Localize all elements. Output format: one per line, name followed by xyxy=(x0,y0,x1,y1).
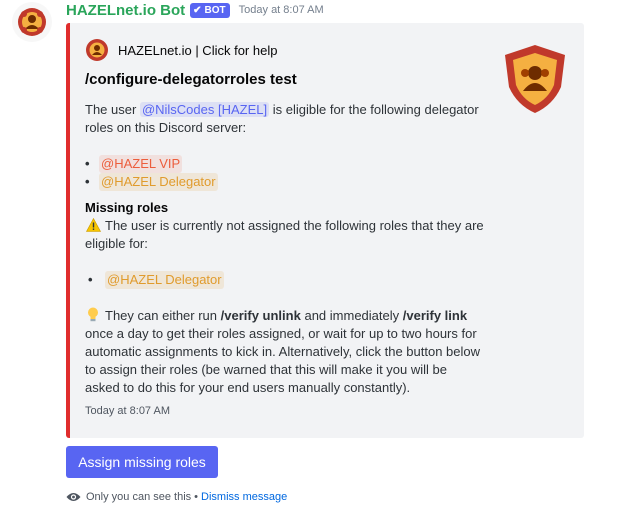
bot-badge-label: BOT xyxy=(204,4,226,16)
message-header: HAZELnet.io Bot ✔ BOT Today at 8:07 AM xyxy=(66,1,324,19)
embed-footer-timestamp: Today at 8:07 AM xyxy=(85,405,170,417)
embed-author[interactable]: HAZELnet.io | Click for help xyxy=(85,38,277,62)
hazel-logo-icon xyxy=(18,8,46,36)
embed-title: /configure-delegatorroles test xyxy=(85,71,297,88)
shield-logo-icon xyxy=(505,45,565,113)
desc-prefix: The user xyxy=(85,102,137,117)
list-item: • @HAZEL VIP xyxy=(85,155,183,173)
command-verify-unlink: /verify unlink xyxy=(220,308,301,323)
missing-roles-text: The user is currently not assigned the f… xyxy=(85,218,484,251)
missing-roles-title: Missing roles xyxy=(85,200,169,215)
embed-author-name[interactable]: HAZELnet.io | Click for help xyxy=(118,43,277,58)
dismiss-message-link[interactable]: Dismiss message xyxy=(201,491,287,503)
bot-avatar[interactable] xyxy=(12,2,52,42)
eligible-roles-list: • @HAZEL VIP • @HAZEL Delegator xyxy=(85,155,485,191)
role-mention-delegator[interactable]: @HAZEL Delegator xyxy=(105,271,224,289)
ephemeral-notice: Only you can see this • Dismiss message xyxy=(66,491,287,503)
user-mention[interactable]: @NilsCodes [HAZEL] xyxy=(139,102,270,117)
embed-thumbnail[interactable] xyxy=(501,43,569,115)
hazel-logo-icon xyxy=(85,38,109,62)
bot-badge: ✔ BOT xyxy=(190,2,230,18)
assign-missing-roles-button[interactable]: Assign missing roles xyxy=(66,446,218,478)
message-timestamp: Today at 8:07 AM xyxy=(238,4,324,16)
lightbulb-icon xyxy=(85,307,101,325)
missing-roles-list: • @HAZEL Delegator xyxy=(85,271,485,289)
ephemeral-text: Only you can see this xyxy=(86,491,192,503)
role-mention-vip[interactable]: @HAZEL VIP xyxy=(99,155,183,173)
check-icon: ✔ xyxy=(193,4,202,16)
hint-text-2: and immediately xyxy=(304,308,400,323)
eye-icon xyxy=(66,492,81,502)
embed-description: The user @NilsCodes [HAZEL] is eligible … xyxy=(85,101,485,397)
embed: HAZELnet.io | Click for help /configure-… xyxy=(66,23,584,438)
command-verify-link: /verify link xyxy=(402,308,468,323)
role-mention-delegator[interactable]: @HAZEL Delegator xyxy=(99,173,218,191)
warning-icon xyxy=(85,217,101,235)
hint-text-3: once a day to get their roles assigned, … xyxy=(85,326,481,395)
bot-username[interactable]: HAZELnet.io Bot xyxy=(66,2,185,19)
list-item: • @HAZEL Delegator xyxy=(88,271,224,289)
hint-text-1: They can either run xyxy=(105,308,218,323)
ephemeral-separator: • xyxy=(194,491,199,503)
list-item: • @HAZEL Delegator xyxy=(85,173,218,191)
